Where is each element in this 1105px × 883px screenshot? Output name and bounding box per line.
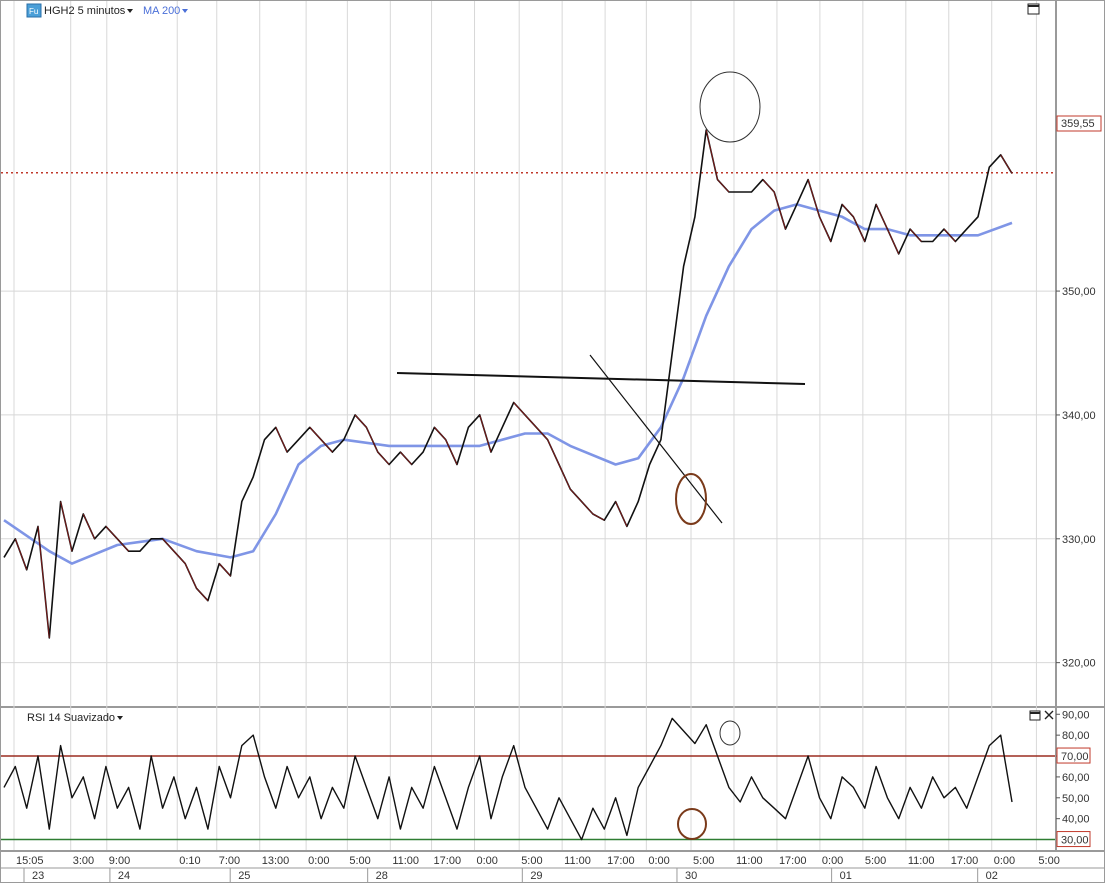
price-tick-label: 330,00 <box>1062 534 1096 546</box>
rsi-tick-label: 90,00 <box>1062 709 1090 721</box>
time-tick-label: 0:00 <box>994 855 1015 867</box>
date-tick-label: 25 <box>238 870 250 882</box>
time-tick-label: 11:00 <box>392 855 419 867</box>
rsi-threshold-label: 30,00 <box>1061 835 1089 847</box>
time-tick-label: 5:00 <box>865 855 886 867</box>
rsi-panel-frame <box>0 707 1056 851</box>
date-tick-label: 24 <box>118 870 130 882</box>
rsi-tick-label: 50,00 <box>1062 793 1090 805</box>
time-tick-label: 9:00 <box>109 855 130 867</box>
rsi-tick-label: 80,00 <box>1062 730 1090 742</box>
time-tick-label: 5:00 <box>1038 855 1059 867</box>
price-panel-frame <box>0 0 1056 707</box>
current-price-tag-text: 359,55 <box>1061 118 1095 130</box>
price-axis-frame <box>1056 0 1105 707</box>
time-tick-label: 5:00 <box>349 855 370 867</box>
price-tick-label: 350,00 <box>1062 286 1096 298</box>
date-tick-label: 30 <box>685 870 697 882</box>
price-tick-label: 340,00 <box>1062 410 1096 422</box>
time-tick-label: 17:00 <box>951 855 979 867</box>
time-tick-label: 0:00 <box>477 855 498 867</box>
time-tick-label: 17:00 <box>779 855 807 867</box>
time-tick-label: 7:00 <box>219 855 240 867</box>
symbol-label[interactable]: HGH2 5 minutos <box>44 5 126 17</box>
time-tick-label: 0:00 <box>648 855 669 867</box>
date-tick-label: 29 <box>530 870 542 882</box>
symbol-badge-text: Fu <box>29 7 38 16</box>
rsi-tick-label: 60,00 <box>1062 772 1090 784</box>
ma-indicator-label[interactable]: MA 200 <box>143 5 180 17</box>
date-tick-label: 02 <box>986 870 998 882</box>
time-tick-label: 13:00 <box>262 855 290 867</box>
time-tick-label: 5:00 <box>693 855 714 867</box>
chart-window: 15:05 3:00 9:00 0:10 7:00 13:00 0:00 5:00 11:00 1… <box>0 0 1105 883</box>
rsi-indicator-label[interactable]: RSI 14 Suavizado <box>27 712 115 724</box>
date-tick-label: 28 <box>376 870 388 882</box>
price-chart[interactable]: 15:05 3:00 9:00 0:10 7:00 13:00 0:00 5:00 11:00 1… <box>0 0 1105 883</box>
time-tick-label: 11:00 <box>736 855 763 867</box>
time-tick-label: 11:00 <box>908 855 935 867</box>
time-tick-label: 17:00 <box>434 855 462 867</box>
time-tick-label: 0:10 <box>179 855 200 867</box>
rsi-tick-label: 40,00 <box>1062 814 1090 826</box>
time-tick-label: 5:00 <box>521 855 542 867</box>
time-tick-label: 0:00 <box>822 855 843 867</box>
time-tick-label: 11:00 <box>564 855 591 867</box>
date-tick-label: 23 <box>32 870 44 882</box>
time-tick-label: 17:00 <box>607 855 635 867</box>
date-tick-label: 01 <box>840 870 852 882</box>
rsi-threshold-label: 70,00 <box>1061 751 1089 763</box>
time-tick-label: 0:00 <box>308 855 329 867</box>
time-axis-frame <box>0 851 1105 883</box>
time-tick-label: 3:00 <box>73 855 94 867</box>
price-tick-label: 320,00 <box>1062 658 1096 670</box>
time-tick-label: 15:05 <box>16 855 44 867</box>
